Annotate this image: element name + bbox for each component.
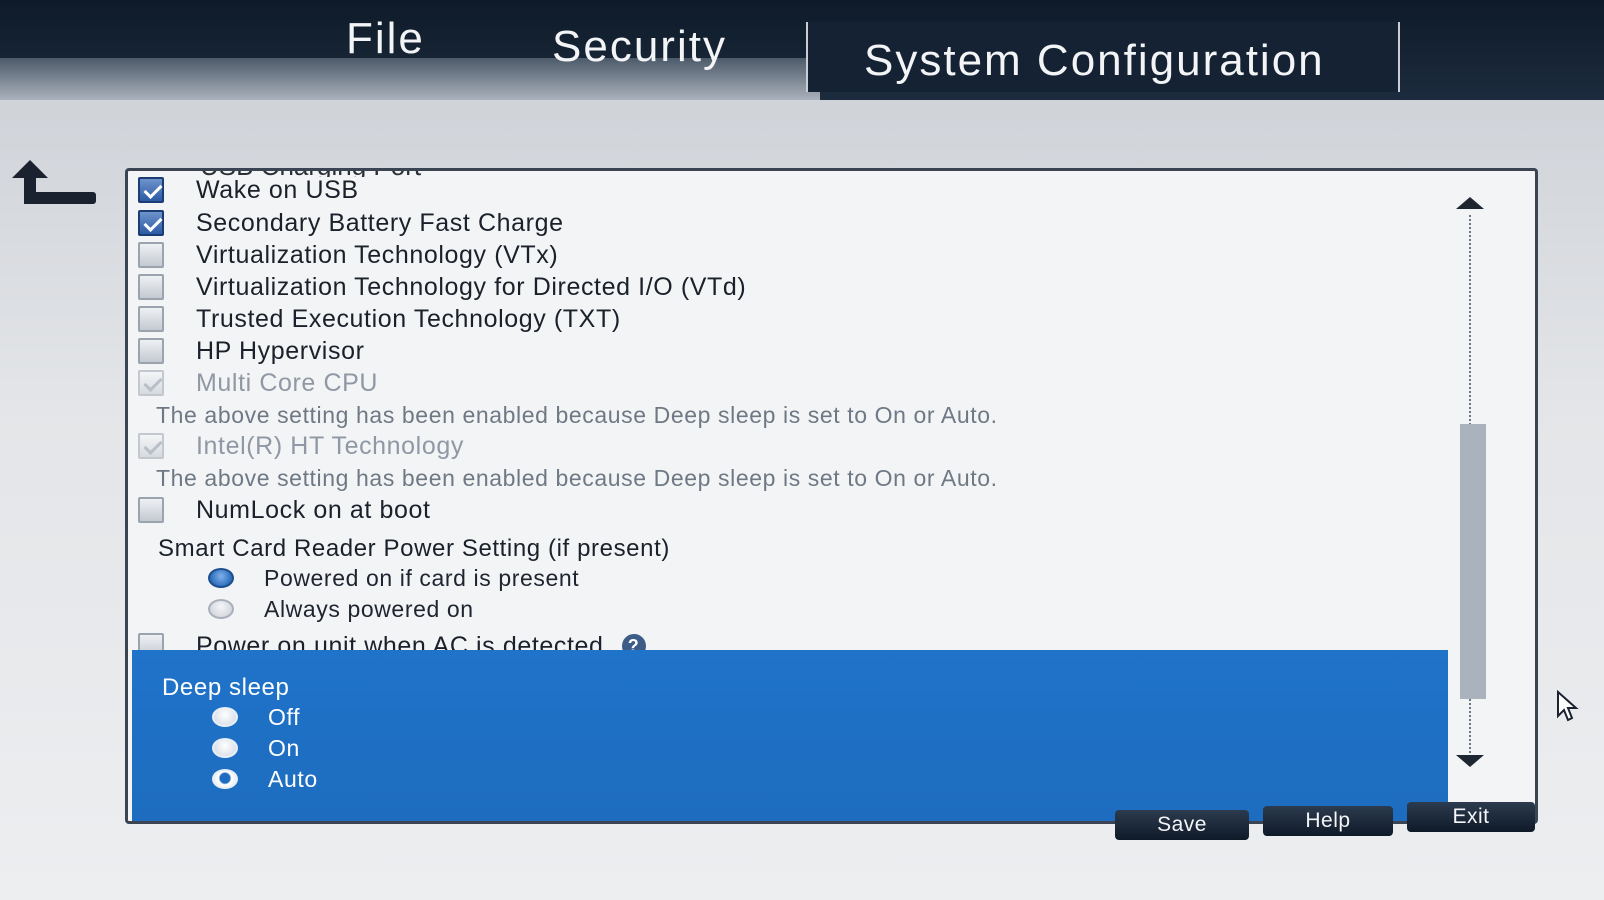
radio-button[interactable] [212,707,238,727]
scroll-up-icon[interactable] [1456,197,1484,209]
mouse-pointer-icon [1557,690,1579,722]
numlock-checkbox[interactable] [138,497,164,523]
radio-button[interactable] [212,769,238,789]
setting-label: HP Hypervisor [196,336,365,365]
setting-virtualization-vtx[interactable]: Virtualization Technology (VTx) [138,240,558,270]
menu-security[interactable]: Security [552,22,727,72]
setting-wake-on-usb[interactable]: Wake on USB [138,175,359,205]
setting-label: Multi Core CPU [196,368,379,397]
radio-label: Always powered on [264,595,474,622]
setting-trusted-execution-technology[interactable]: Trusted Execution Technology (TXT) [138,304,621,334]
hp-hypervisor-checkbox[interactable] [138,338,164,364]
setting-label: NumLock on at boot [196,495,431,524]
virtualization-vtd-checkbox[interactable] [138,274,164,300]
setting-label: Virtualization Technology (VTx) [196,240,559,269]
deep-sleep-option-off[interactable]: Off [212,702,300,732]
smart-card-option-powered-on-if-present[interactable]: Powered on if card is present [208,563,579,593]
setting-label: Virtualization Technology for Directed I… [196,272,747,301]
setting-label: Secondary Battery Fast Charge [196,208,564,237]
virtualization-vtx-checkbox[interactable] [138,242,164,268]
setting-secondary-battery-fast-charge[interactable]: Secondary Battery Fast Charge [138,208,564,238]
txt-checkbox[interactable] [138,306,164,332]
setting-intel-ht-technology: Intel(R) HT Technology [138,431,464,461]
setting-label: Trusted Execution Technology (TXT) [196,304,621,333]
exit-button[interactable]: Exit [1407,802,1535,832]
deep-sleep-option-auto[interactable]: Auto [212,764,318,794]
intel-ht-checkbox [138,433,164,459]
setting-multi-core-cpu: Multi Core CPU [138,368,378,398]
wake-on-usb-checkbox[interactable] [138,177,164,203]
menu-file[interactable]: File [346,14,425,64]
setting-hp-hypervisor[interactable]: HP Hypervisor [138,336,365,366]
smart-card-option-always-powered-on[interactable]: Always powered on [208,594,474,624]
radio-button[interactable] [212,738,238,758]
radio-button[interactable] [208,599,234,619]
back-arrow-shaft [24,192,96,204]
deep-sleep-note: The above setting has been enabled becau… [156,465,998,491]
multi-core-cpu-checkbox [138,370,164,396]
radio-label: Off [268,703,301,730]
save-button[interactable]: Save [1115,810,1249,840]
menu-system-configuration[interactable]: System Configuration [806,22,1400,92]
deep-sleep-group[interactable]: Deep sleep Off On Auto [132,650,1448,821]
back-arrow-icon[interactable] [4,160,96,210]
scroll-down-icon[interactable] [1456,755,1484,767]
scrollbar-thumb[interactable] [1460,424,1486,699]
secondary-battery-fast-charge-checkbox[interactable] [138,210,164,236]
deep-sleep-option-on[interactable]: On [212,733,300,763]
settings-panel: USB Charging Port Wake on USB Secondary … [125,168,1538,824]
radio-label: Auto [268,765,318,792]
help-button[interactable]: Help [1263,806,1393,836]
setting-label: Intel(R) HT Technology [196,431,464,460]
radio-button[interactable] [208,568,234,588]
smart-card-power-setting-title: Smart Card Reader Power Setting (if pres… [158,535,670,562]
setting-label: Wake on USB [196,175,359,204]
setting-virtualization-vtd[interactable]: Virtualization Technology for Directed I… [138,272,746,302]
radio-label: On [268,734,300,761]
deep-sleep-title: Deep sleep [162,674,290,701]
radio-label: Powered on if card is present [264,564,580,591]
setting-numlock-on-at-boot[interactable]: NumLock on at boot [138,495,431,525]
top-menu-bar: File Security System Configuration [0,0,1604,100]
deep-sleep-note: The above setting has been enabled becau… [156,402,998,428]
